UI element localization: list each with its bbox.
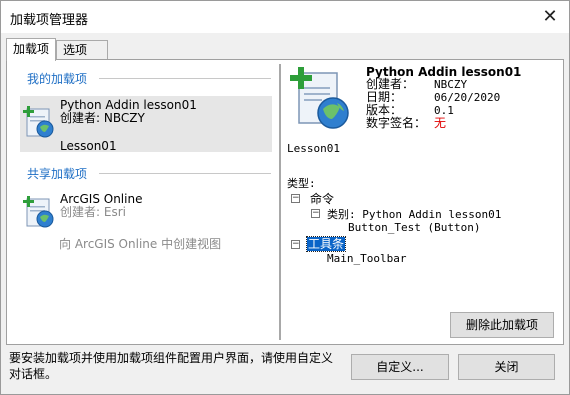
prop-date-value: 06/20/2020 [434, 91, 501, 104]
remove-addin-button[interactable]: 删除此加载项 [450, 312, 554, 338]
shared-addins-heading: 共享加载项 [27, 167, 88, 181]
collapse-commands-icon[interactable]: − [291, 194, 300, 203]
tree-node-category[interactable]: 类别: Python Addin lesson01 [327, 206, 501, 222]
detail-description: Lesson01 [287, 142, 340, 155]
tree-node-commands[interactable]: 命令 [310, 190, 334, 207]
close-icon[interactable]: ✕ [535, 3, 565, 31]
prop-signature-label: 数字签名： [366, 116, 427, 130]
addin-creator: 创建者: NBCZY [60, 111, 145, 125]
prop-creator-value: NBCZY [434, 78, 468, 91]
customize-button[interactable]: 自定义... [351, 354, 449, 380]
tree-node-toolbar[interactable]: 工具条 [305, 235, 347, 252]
footer-hint: 要安装加载项并使用加载项组件配置用户界面，请使用自定义对话框。 [9, 351, 334, 381]
types-label: 类型: [287, 177, 316, 190]
addin-description: Lesson01 [60, 139, 117, 153]
tree-node-toolbar-item[interactable]: Main_Toolbar [327, 252, 406, 265]
collapse-toolbar-icon[interactable]: − [291, 240, 300, 249]
tree-node-toolbar-label: 工具条 [305, 236, 347, 252]
section-divider [99, 78, 271, 79]
addin-name: ArcGIS Online [60, 192, 143, 206]
addin-item-arcgis-online[interactable]: ArcGIS Online 创建者: Esri [20, 190, 272, 230]
addin-large-globe-plus-icon [290, 67, 349, 129]
addin-globe-plus-icon [23, 106, 54, 138]
title-bar: 加载项管理器 ✕ [1, 1, 569, 33]
tree-node-command-item[interactable]: Button_Test (Button) [348, 221, 480, 234]
addin-manager-dialog: 加载项管理器 ✕ 加载项 选项 我的加载项 Python Addin lesso… [0, 0, 570, 395]
section-divider [99, 173, 271, 174]
collapse-category-icon[interactable]: − [311, 209, 320, 218]
addin-globe-plus-icon [23, 196, 54, 228]
tab-options[interactable]: 选项 [56, 40, 108, 60]
addin-item-lesson01[interactable]: Python Addin lesson01 创建者: NBCZY Lesson0… [20, 96, 272, 153]
panel-divider[interactable] [279, 64, 281, 340]
prop-signature-value: 无 [434, 116, 447, 130]
window-title: 加载项管理器 [10, 13, 89, 28]
addin-creator: 创建者: Esri [60, 205, 126, 219]
my-addins-heading: 我的加载项 [27, 72, 88, 86]
tab-addins[interactable]: 加载项 [6, 38, 56, 61]
create-view-link[interactable]: 向 ArcGIS Online 中创建视图 [59, 235, 221, 252]
close-button[interactable]: 关闭 [458, 354, 555, 380]
addin-name: Python Addin lesson01 [60, 98, 197, 112]
addins-panel: 我的加载项 Python Addin lesson01 创建者: NBCZY L… [6, 59, 564, 345]
